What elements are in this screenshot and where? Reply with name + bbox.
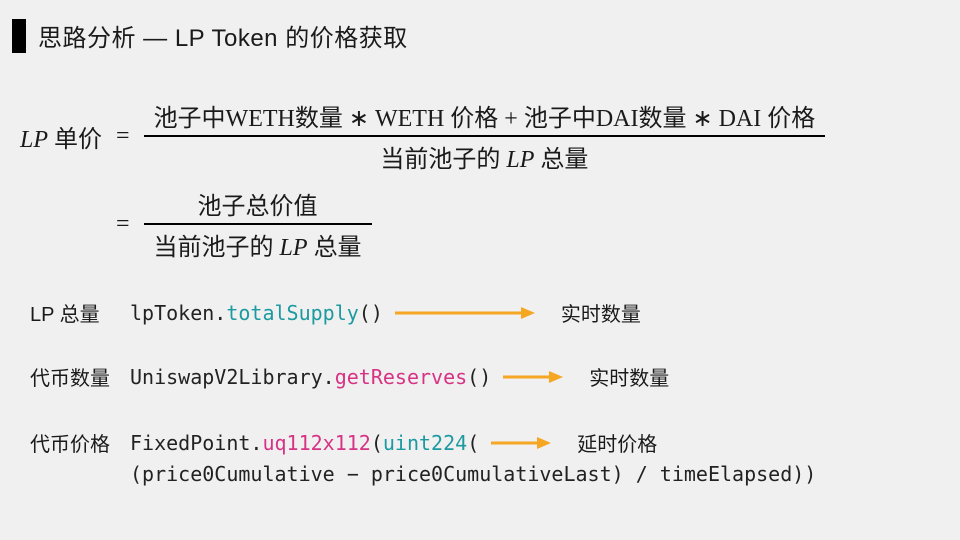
- code-snippet: lpToken.totalSupply(): [130, 301, 383, 325]
- fraction-1-numerator: 池子中WETH数量 ∗ WETH 价格 + 池子中DAI数量 ∗ DAI 价格: [144, 96, 826, 135]
- code-row-lp-total: LP 总量 lpToken.totalSupply() 实时数量: [30, 298, 641, 327]
- row-label: 代币价格: [30, 428, 130, 457]
- code-snippet: UniswapV2Library.getReserves(): [130, 365, 491, 389]
- code-row-token-qty: 代币数量 UniswapV2Library.getReserves() 实时数量: [30, 362, 669, 391]
- equals-sign: =: [112, 123, 134, 150]
- title-accent-bar: [12, 19, 26, 53]
- formula-lhs: LP 单价: [20, 119, 102, 154]
- row-result: 实时数量: [589, 362, 669, 391]
- formula-line-1: LP 单价 = 池子中WETH数量 ∗ WETH 价格 + 池子中DAI数量 ∗…: [20, 96, 825, 176]
- fraction-2-numerator: 池子总价值: [188, 184, 328, 223]
- fraction-1: 池子中WETH数量 ∗ WETH 价格 + 池子中DAI数量 ∗ DAI 价格 …: [144, 96, 826, 176]
- code-snippet: FixedPoint.uq112x112(uint224(: [130, 431, 479, 455]
- row-result: 延时价格: [577, 428, 657, 457]
- fraction-1-denominator: 当前池子的 LP 总量: [370, 137, 598, 176]
- code-row-token-price: 代币价格 FixedPoint.uq112x112(uint224( 延时价格: [30, 428, 657, 457]
- code-continuation: (price0Cumulative − price0CumulativeLast…: [130, 462, 816, 486]
- arrow-icon: [395, 306, 535, 320]
- formula-line-2: = 池子总价值 当前池子的 LP 总量: [112, 184, 372, 264]
- arrow-icon: [503, 370, 563, 384]
- row-result: 实时数量: [561, 298, 641, 327]
- slide-title: 思路分析 — LP Token 的价格获取: [38, 18, 408, 53]
- row-label: LP 总量: [30, 298, 130, 327]
- fraction-2: 池子总价值 当前池子的 LP 总量: [144, 184, 372, 264]
- row-label: 代币数量: [30, 362, 130, 391]
- equals-sign-2: =: [112, 211, 134, 238]
- arrow-icon: [491, 436, 551, 450]
- title-row: 思路分析 — LP Token 的价格获取: [12, 18, 408, 53]
- fraction-2-denominator: 当前池子的 LP 总量: [144, 225, 372, 264]
- slide: 思路分析 — LP Token 的价格获取 LP 单价 = 池子中WETH数量 …: [0, 0, 960, 540]
